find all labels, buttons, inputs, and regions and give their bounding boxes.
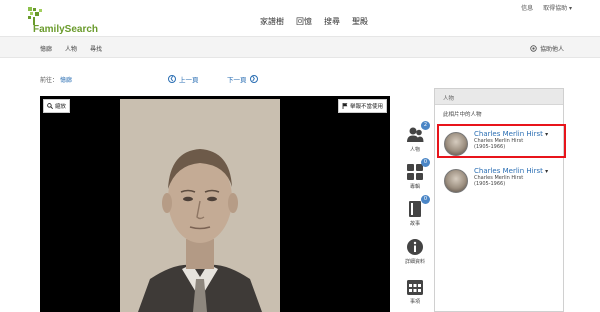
grid-icon: 0	[406, 158, 430, 181]
flag-icon	[342, 103, 348, 109]
top-bar: FamilySearch 信息 取得協助 ▾ 家譜樹 回憶 搜尋 聖殿	[0, 0, 600, 36]
tool-people-label: 人物	[409, 147, 420, 153]
portrait-photo	[120, 99, 280, 312]
panel-subtitle: 此相片中的人物	[443, 112, 482, 118]
people-panel: 人物 此相片中的人物 Charles Merlin Hirst ▾ Charle…	[434, 88, 564, 312]
subnav-find[interactable]: 尋找	[90, 44, 102, 53]
person-name-text: Charles Merlin Hirst	[474, 167, 543, 175]
selection-highlight	[437, 124, 566, 158]
subnav-gallery[interactable]: 憶廊	[40, 44, 52, 53]
sub-nav-bar: 憶廊 人物 尋找 協助他人	[0, 36, 600, 58]
nav-memories[interactable]: 回憶	[296, 16, 312, 27]
photo-viewer[interactable]: 縮放 舉報不當使用	[40, 96, 390, 312]
report-abuse-button[interactable]: 舉報不當使用	[337, 99, 387, 113]
report-abuse-label: 舉報不當使用	[349, 104, 383, 110]
info-icon	[406, 238, 424, 256]
zoom-button[interactable]: 縮放	[43, 99, 71, 113]
next-page-button[interactable]: 下一頁 ❯	[227, 74, 258, 84]
person-avatar	[444, 169, 468, 193]
panel-header: 人物	[435, 89, 563, 105]
tool-details-label: 詳細資料	[404, 259, 425, 265]
calendar-icon	[406, 278, 424, 296]
main-nav: 家譜樹 回憶 搜尋 聖殿	[260, 16, 368, 27]
nav-family-tree[interactable]: 家譜樹	[260, 16, 284, 27]
caret-down-icon[interactable]: ▾	[545, 168, 548, 175]
tool-albums[interactable]: 0 專輯	[399, 158, 431, 190]
zoom-label: 縮放	[55, 104, 67, 110]
logo-text: FamilySearch	[33, 24, 99, 35]
subnav-people[interactable]: 人物	[65, 44, 77, 53]
familysearch-logo[interactable]: FamilySearch	[28, 7, 98, 35]
previous-page-label: 上一頁	[179, 76, 199, 84]
chevron-left-icon: ❮	[168, 75, 176, 83]
tool-stories[interactable]: 0 故事	[399, 195, 431, 227]
user-links: 信息 取得協助 ▾	[521, 3, 572, 12]
tree-logo-icon	[28, 7, 42, 25]
people-icon: 2	[406, 121, 430, 144]
sub-nav: 憶廊 人物 尋找	[40, 44, 102, 53]
messages-link[interactable]: 信息	[521, 3, 533, 12]
tool-albums-label: 專輯	[409, 184, 420, 190]
albums-count-badge: 0	[421, 158, 430, 167]
stories-count-badge: 0	[421, 195, 430, 204]
help-others-link[interactable]: 協助他人	[530, 44, 564, 53]
chevron-right-icon: ❯	[249, 75, 258, 83]
tool-events[interactable]: 事項	[399, 278, 431, 305]
nav-temple[interactable]: 聖殿	[352, 16, 368, 27]
nav-search[interactable]: 搜尋	[324, 16, 340, 27]
breadcrumb-gallery-link[interactable]: 憶廊	[60, 77, 72, 84]
tool-details[interactable]: 詳細資料	[399, 238, 431, 265]
next-page-label: 下一頁	[227, 76, 247, 84]
breadcrumb: 前往： 憶廊	[40, 75, 72, 84]
tool-stories-label: 故事	[409, 221, 420, 227]
get-help-menu[interactable]: 取得協助 ▾	[543, 3, 572, 12]
breadcrumb-prefix: 前往：	[40, 77, 59, 84]
book-icon: 0	[406, 195, 430, 218]
magnifier-icon	[47, 103, 53, 109]
tool-people[interactable]: 2 人物	[399, 121, 431, 153]
people-count-badge: 2	[421, 121, 430, 130]
person-lifespan: (1905-1966)	[474, 181, 506, 187]
person-info: Charles Merlin Hirst ▾ Charles Merlin Hi…	[474, 167, 548, 199]
helper-icon	[530, 45, 537, 52]
portrait-figure	[120, 99, 280, 312]
previous-page-button[interactable]: ❮ 上一頁	[168, 74, 199, 84]
person-card[interactable]: Charles Merlin Hirst ▾ Charles Merlin Hi…	[442, 163, 560, 199]
help-others-label: 協助他人	[539, 46, 564, 53]
tool-events-label: 事項	[409, 299, 420, 305]
person-name[interactable]: Charles Merlin Hirst ▾	[474, 167, 548, 175]
